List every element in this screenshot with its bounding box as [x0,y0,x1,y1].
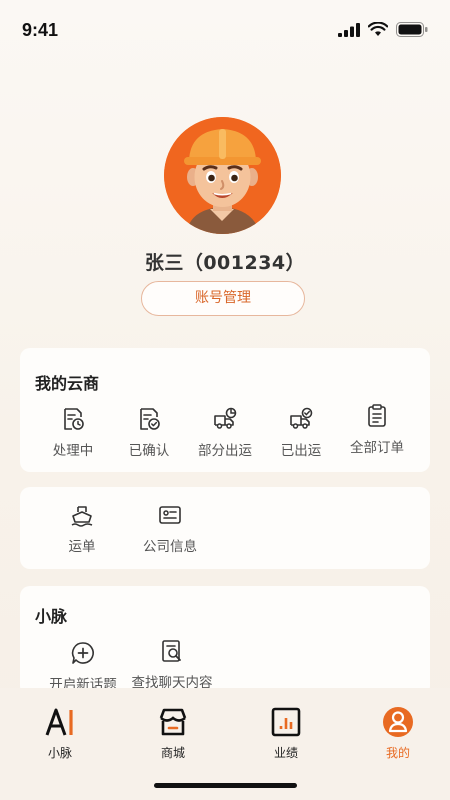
signal-icon [338,22,360,37]
tab-me[interactable]: 我的 [363,706,433,761]
user-name: 张三（001234） [144,252,306,274]
tab-store[interactable]: 商城 [138,706,208,761]
status-time: 9:41 [22,20,59,40]
store-icon [159,708,187,736]
avatar[interactable] [164,117,281,234]
user-icon [383,707,413,737]
clipboard-list-icon [368,404,386,427]
partial-shipped-label: 部分出运 [198,443,252,459]
search-chat-item[interactable]: 查找聊天内容 [127,638,217,691]
wifi-icon [368,22,388,36]
all-orders-item[interactable]: 全部订单 [332,403,422,456]
all-orders-label: 全部订单 [350,440,404,456]
bar-chart-icon [271,707,301,737]
tab-store-label: 商城 [160,746,185,760]
new-topic-item[interactable]: 开启新话题 [38,640,128,693]
id-card-icon [159,506,181,524]
tab-me-label: 我的 [385,746,410,760]
battery-icon [396,22,428,37]
processing-label: 处理中 [52,443,94,459]
confirmed-label: 已确认 [128,443,170,459]
avatar-illustration [164,117,281,234]
status-bar: 9:41 [0,0,450,60]
xiaomai-title: 小脉 [35,607,68,626]
account-management-button[interactable]: 账号管理 [141,281,305,316]
status-icons [338,22,428,37]
tab-xiaomai-label: 小脉 [47,746,72,760]
ship-icon [71,506,93,527]
company-info-label: 公司信息 [143,539,197,555]
ai-icon [45,708,73,736]
yunshang-title: 我的云商 [35,374,100,393]
tab-xiaomai[interactable]: 小脉 [25,706,95,761]
links-card: 运单 公司信息 [20,487,430,569]
doc-clock-icon [64,408,84,430]
yunshang-card: 我的云商 处理中 已确认 部分出运 已出运 全部订单 [20,348,430,472]
home-indicator [154,783,297,788]
waybill-label: 运单 [68,539,96,555]
chat-plus-icon [71,642,94,664]
doc-search-icon [162,640,181,662]
xiaomai-card: 小脉 开启新话题 查找聊天内容 [20,586,430,696]
shipped-label: 已出运 [280,443,322,459]
truck-check-icon [290,407,313,429]
waybill-item[interactable]: 运单 [37,502,127,555]
company-info-item[interactable]: 公司信息 [125,502,215,555]
tab-performance-label: 业绩 [273,746,298,760]
truck-partial-icon [214,407,237,429]
tab-performance[interactable]: 业绩 [251,706,321,761]
doc-check-icon [140,408,160,430]
